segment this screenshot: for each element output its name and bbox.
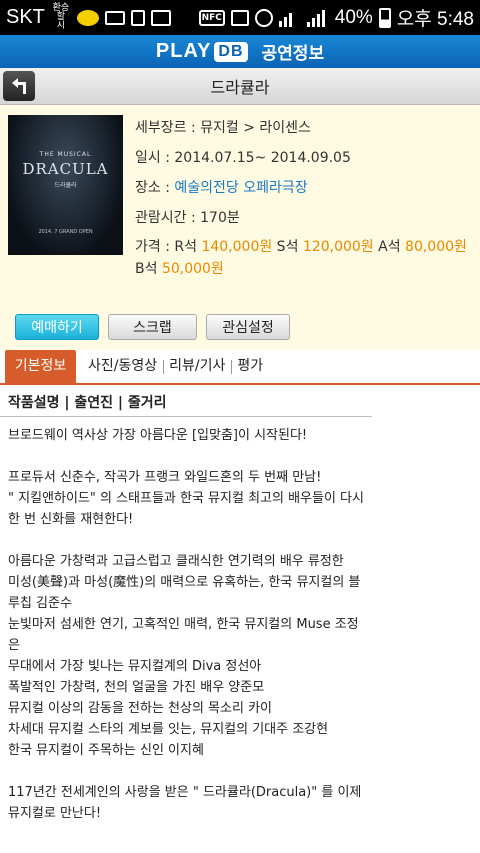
description-line	[8, 446, 368, 467]
carrier-label: SKT	[6, 6, 45, 28]
status-bar-left: SKT 환승할 시	[6, 4, 171, 31]
description-line: 브로드웨이 역사상 가장 아름다운 [입맞춤]이 시작된다!	[8, 428, 308, 443]
tab-basic-info[interactable]: 기본정보	[5, 350, 76, 383]
back-button[interactable]	[3, 71, 35, 101]
info-rows: 세부장르 : 뮤지컬 > 라이센스 일시 : 2014.07.15~ 2014.…	[135, 113, 475, 280]
alarm-icon	[254, 8, 273, 27]
poster-image[interactable]: THE MUSICAL DRACULA 드라큘라 2014. 7 GRAND O…	[8, 115, 123, 255]
price-amount: 50,000원	[161, 261, 224, 277]
logo-play-text: PLAY	[155, 40, 212, 62]
price-seat: A석	[373, 239, 406, 255]
description-line: 차세대 뮤지컬 스타의 계보를 잇는, 뮤지컬의 기대주 조강현	[8, 722, 329, 737]
date-row: 일시 : 2014.07.15~ 2014.09.05	[135, 150, 351, 166]
app-header: PLAY DB 공연정보	[0, 35, 480, 68]
battery-icon	[378, 7, 391, 28]
detail-tabs: 기본정보 사진/동영상 리뷰/기사 평가	[0, 350, 480, 385]
description-line	[8, 761, 368, 782]
description-line	[8, 530, 368, 551]
description: 브로드웨이 역사상 가장 아름다운 [입맞춤]이 시작된다! 프로듀서 신춘수,…	[8, 425, 368, 824]
tab-photo-video[interactable]: 사진/동영상	[82, 350, 163, 383]
mute-icon	[230, 9, 249, 26]
description-line: 뮤지컬 이상의 감동을 전하는 천상의 목소리 카이	[8, 701, 272, 716]
description-line: 무대에서 가장 빛나는 뮤지컬계의 Diva 정선아	[8, 659, 262, 674]
sub-navigation[interactable]: 작품설명 | 출연진 | 줄거리	[8, 392, 167, 412]
poster-footer: 2014. 7 GRAND OPEN	[38, 229, 93, 235]
price-seat: B석	[135, 261, 162, 277]
description-line: " 지킬앤하이드" 의 스태프들과 한국 뮤지컬 최고의 배우들이 다시 한 번…	[8, 491, 364, 527]
description-line: 미성(美聲)과 마성(魔性)의 매력으로 유혹하는, 한국 뮤지컬의 블루칩 김…	[8, 575, 361, 611]
status-bar-right: NFC 40% 오후 5:48	[198, 4, 474, 31]
nfc-icon: NFC	[198, 9, 225, 26]
description-line: 프로듀서 신춘수, 작곡가 프랭크 와일드혼의 두 번째 만남!	[8, 470, 322, 485]
description-line: 한국 뮤지컬이 주목하는 신인 이지혜	[8, 743, 204, 758]
status-bar: SKT 환승할 시 NFC 40% 오후 5:48	[0, 0, 480, 35]
mail-icon	[104, 10, 125, 25]
image-icon	[150, 9, 171, 26]
venue-link[interactable]: 예술의전당 오페라극장	[174, 180, 307, 196]
poster-subtitle: 드라큘라	[54, 182, 77, 189]
signal-icon	[306, 9, 329, 27]
description-line: 아름다운 가창력과 고급스럽고 클래식한 연기력의 배우 류정한	[8, 554, 344, 569]
title-bar: 드라큘라	[0, 68, 480, 105]
back-arrow-icon	[12, 78, 26, 94]
content-area: 작품설명 | 출연진 | 줄거리 브로드웨이 역사상 가장 아름다운 [입맞춤]…	[0, 385, 480, 853]
wifi-icon	[278, 9, 301, 27]
price-amount: 140,000원	[201, 239, 273, 255]
battery-percent: 40%	[334, 6, 373, 28]
description-line: 폭발적인 가창력, 천의 얼굴을 가진 배우 양준모	[8, 680, 265, 695]
talk-icon	[76, 9, 99, 26]
poster-line1: THE MUSICAL	[39, 151, 92, 158]
action-buttons: 예매하기 스크랩 관심설정	[15, 314, 290, 340]
section-title: 공연정보	[261, 44, 325, 64]
clock: 오후 5:48	[396, 9, 474, 30]
venue-label: 장소 :	[135, 180, 175, 196]
network-note: 환승할 시	[52, 3, 70, 31]
download-icon	[130, 9, 145, 26]
price-amount: 120,000원	[302, 239, 374, 255]
logo-db-text: DB	[214, 41, 248, 62]
genre-row: 세부장르 : 뮤지컬 > 라이센스	[135, 120, 311, 136]
tab-review-article[interactable]: 리뷰/기사	[163, 350, 231, 383]
price-row: 가격 : R석 140,000원 S석 120,000원 A석 80,000원 …	[135, 236, 475, 280]
venue-row: 장소 : 예술의전당 오페라극장	[135, 173, 475, 203]
playdb-logo[interactable]: PLAY DB	[156, 40, 248, 63]
page-title: 드라큘라	[210, 78, 270, 97]
performance-info-panel: THE MUSICAL DRACULA 드라큘라 2014. 7 GRAND O…	[0, 105, 480, 350]
runtime-row: 관람시간 : 170분	[135, 210, 240, 226]
divider	[0, 416, 372, 417]
reserve-button[interactable]: 예매하기	[15, 314, 99, 340]
price-seat: R석	[174, 239, 202, 255]
price-amount: 80,000원	[405, 239, 467, 255]
description-line: 117년간 전세계인의 사랑을 받은 " 드라큘라(Dracula)" 를 이제…	[8, 785, 362, 821]
price-seat: S석	[272, 239, 303, 255]
scrap-button[interactable]: 스크랩	[108, 314, 197, 340]
poster-title: DRACULA	[22, 160, 109, 178]
tab-rating[interactable]: 평가	[231, 350, 269, 383]
interest-button[interactable]: 관심설정	[206, 314, 290, 340]
description-line: 눈빛마저 섬세한 연기, 고혹적인 매력, 한국 뮤지컬의 Muse 조정은	[8, 617, 359, 653]
price-label: 가격 :	[135, 239, 175, 255]
